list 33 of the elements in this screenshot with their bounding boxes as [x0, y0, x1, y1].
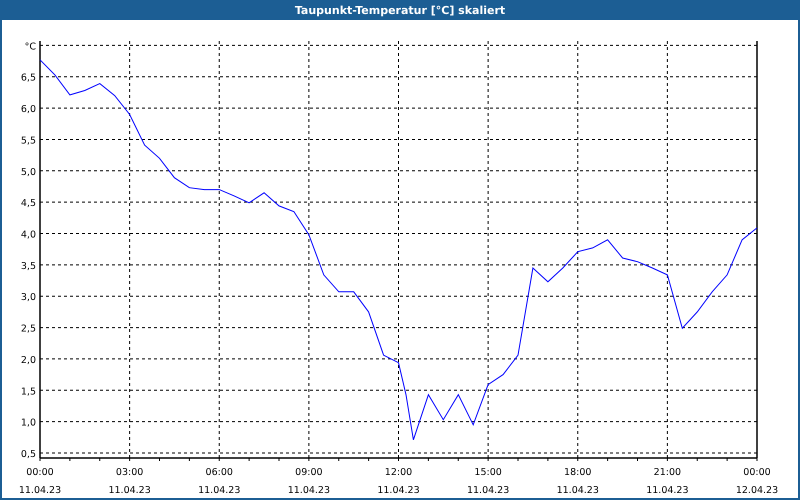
y-tick-label: 6,5 — [20, 72, 36, 84]
x-tick-label: 03:00 — [116, 467, 144, 478]
y-tick-label: 6,0 — [20, 104, 36, 116]
y-tick-label: 1,5 — [20, 386, 36, 398]
x-tick-label: 00:00 — [26, 467, 54, 478]
x-tick-label: 21:00 — [654, 467, 682, 478]
y-tick-label: 2,5 — [20, 324, 36, 335]
date-label: 11.04.23 — [108, 485, 151, 496]
x-tick-label: 12:00 — [384, 467, 412, 478]
window-title: Taupunkt-Temperatur [°C] skaliert — [2, 0, 798, 20]
date-label: 11.04.23 — [288, 485, 330, 496]
y-tick-label: 3,5 — [20, 260, 36, 272]
y-tick-label: 2,0 — [20, 354, 36, 366]
x-tick-label: 00:00 — [743, 467, 771, 478]
date-label: 11.04.23 — [198, 485, 240, 496]
y-tick-label: °C — [24, 41, 36, 52]
y-tick-label: 5,5 — [20, 135, 36, 146]
date-label: 11.04.23 — [646, 485, 689, 496]
date-label: 11.04.23 — [377, 485, 420, 496]
y-tick-label: 5,0 — [20, 166, 36, 178]
y-tick-label: 0,5 — [20, 448, 36, 460]
date-label: 11.04.23 — [18, 485, 62, 496]
y-tick-label: 1,0 — [20, 418, 36, 429]
date-label: 11.04.23 — [556, 485, 599, 496]
x-tick-label: 06:00 — [206, 467, 233, 478]
date-label: 12.04.23 — [736, 485, 778, 496]
y-tick-label: 4,0 — [20, 230, 36, 240]
y-tick-label: 3,0 — [20, 292, 36, 304]
x-tick-label: 18:00 — [564, 467, 592, 478]
x-tick-label: 15:00 — [474, 467, 502, 478]
date-label: 11.04.23 — [466, 485, 510, 496]
x-tick-label: 09:00 — [295, 467, 323, 478]
y-tick-label: 4,5 — [20, 198, 36, 210]
